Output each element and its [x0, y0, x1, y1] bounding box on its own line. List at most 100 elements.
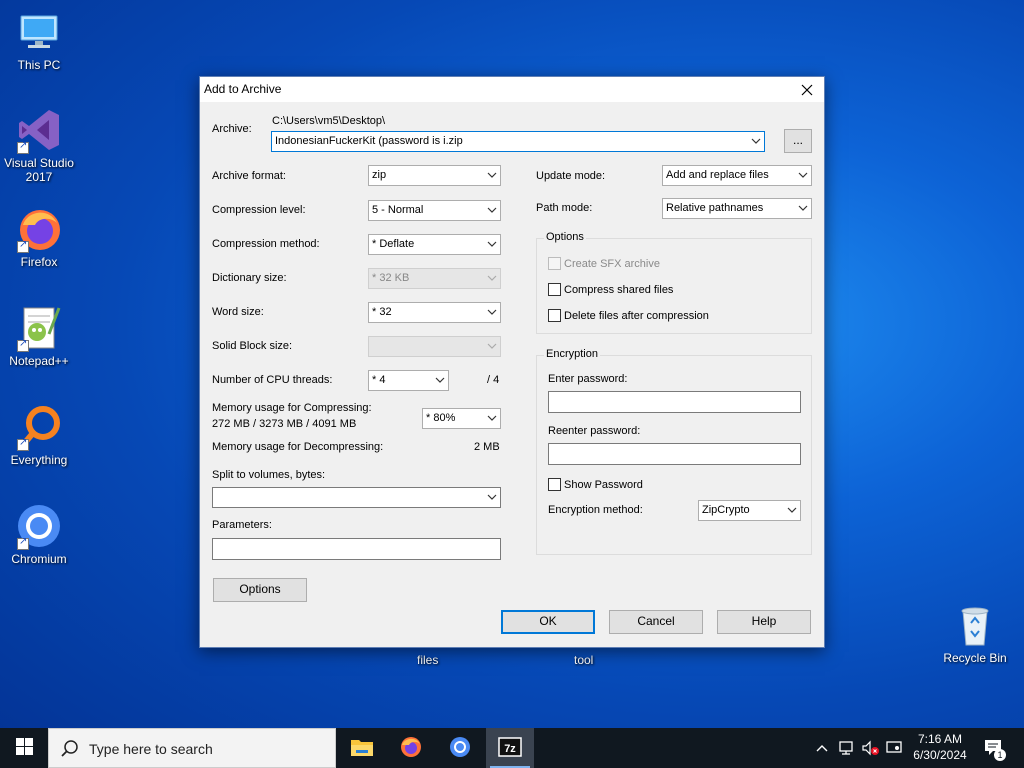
browse-button[interactable]: ... [784, 129, 812, 153]
parameters-label: Parameters: [212, 519, 272, 531]
show-password-label: Show Password [564, 478, 643, 491]
memory-compress-label: Memory usage for Compressing: [212, 402, 372, 414]
shortcut-arrow-icon [17, 140, 29, 154]
desktop-label-tool[interactable]: tool [574, 653, 593, 667]
chromium-icon [15, 502, 63, 550]
checkbox-box[interactable] [548, 309, 561, 322]
chevron-down-icon[interactable] [487, 170, 497, 180]
visual-studio-icon [15, 106, 63, 154]
update-mode-select[interactable]: Add and replace files [662, 165, 812, 186]
desktop-icon-label: Everything [10, 453, 68, 467]
notification-count-badge: 1 [994, 749, 1006, 761]
desktop-icon-label: Firefox [20, 255, 58, 269]
taskbar-search-box[interactable]: Type here to search [48, 728, 336, 768]
desktop-icon-label: Visual Studio 2017 [4, 156, 74, 184]
path-mode-select[interactable]: Relative pathnames [662, 198, 812, 219]
display-settings-icon[interactable] [885, 728, 903, 768]
checkbox-box[interactable] [548, 283, 561, 296]
taskbar: Type here to search 7z 7:16 AM 6/30/2024… [0, 728, 1024, 768]
notifications-icon[interactable]: 1 [983, 728, 1006, 768]
chevron-down-icon[interactable] [798, 170, 808, 180]
desktop-icon-visual-studio[interactable]: Visual Studio 2017 [0, 106, 78, 184]
desktop-icon-firefox[interactable]: Firefox [0, 205, 78, 269]
chevron-down-icon[interactable] [435, 375, 445, 385]
cpu-threads-label: Number of CPU threads: [212, 374, 333, 386]
taskbar-clock[interactable]: 7:16 AM 6/30/2024 [905, 731, 975, 763]
chevron-down-icon [487, 341, 497, 351]
cpu-threads-select[interactable]: * 4 [368, 370, 449, 391]
encryption-method-select[interactable]: ZipCrypto [698, 500, 801, 521]
dialog-titlebar[interactable]: Add to Archive [200, 77, 824, 102]
checkbox-box [548, 257, 561, 270]
split-volumes-combo[interactable] [212, 487, 501, 508]
archive-path: C:\Users\vm5\Desktop\ [272, 115, 386, 127]
parameters-input[interactable] [212, 538, 501, 560]
folder-icon [350, 737, 374, 760]
dictionary-size-value: * 32 KB [372, 272, 410, 284]
desktop-icon-label: Notepad++ [9, 354, 69, 368]
delete-after-checkbox[interactable]: Delete files after compression [548, 309, 709, 322]
chevron-down-icon[interactable] [787, 505, 797, 515]
compression-level-value: 5 - Normal [372, 204, 424, 216]
solid-block-label: Solid Block size: [212, 340, 293, 352]
shortcut-arrow-icon [17, 437, 29, 451]
compression-level-label: Compression level: [212, 204, 306, 216]
tray-chevron-up-icon[interactable] [815, 728, 829, 768]
chevron-down-icon[interactable] [487, 205, 497, 215]
compression-method-select[interactable]: * Deflate [368, 234, 501, 255]
create-sfx-checkbox: Create SFX archive [548, 257, 660, 270]
reenter-password-input[interactable] [548, 443, 801, 465]
cancel-button[interactable]: Cancel [609, 610, 703, 634]
options-button[interactable]: Options [213, 578, 307, 602]
dialog-title: Add to Archive [204, 82, 282, 96]
word-size-label: Word size: [212, 306, 264, 318]
network-icon[interactable] [838, 728, 856, 768]
taskbar-chromium[interactable] [436, 728, 484, 768]
desktop-icon-notepad-plus-plus[interactable]: Notepad++ [0, 304, 78, 368]
enter-password-input[interactable] [548, 391, 801, 413]
chevron-down-icon[interactable] [487, 239, 497, 249]
chevron-down-icon[interactable] [751, 136, 761, 146]
checkbox-box[interactable] [548, 478, 561, 491]
taskbar-7zip[interactable]: 7z [486, 728, 534, 768]
desktop-label-files[interactable]: files [417, 653, 438, 667]
taskbar-file-explorer[interactable] [338, 728, 386, 768]
windows-logo-icon [15, 738, 33, 758]
chevron-down-icon[interactable] [487, 492, 497, 502]
compress-shared-checkbox[interactable]: Compress shared files [548, 283, 673, 296]
ok-button[interactable]: OK [501, 610, 595, 634]
add-to-archive-dialog: Add to Archive Archive: C:\Users\vm5\Des… [199, 76, 825, 648]
memory-compress-detail: 272 MB / 3273 MB / 4091 MB [212, 418, 357, 430]
word-size-select[interactable]: * 32 [368, 302, 501, 323]
path-mode-label: Path mode: [536, 202, 593, 214]
search-icon [61, 740, 79, 761]
close-icon[interactable] [790, 77, 824, 102]
help-button[interactable]: Help [717, 610, 811, 634]
desktop-icon-this-pc[interactable]: This PC [0, 8, 78, 72]
desktop-icon-recycle-bin[interactable]: Recycle Bin [936, 601, 1014, 665]
recycle-bin-icon [951, 601, 999, 649]
chevron-down-icon[interactable] [487, 307, 497, 317]
encryption-group-label: Encryption [544, 348, 600, 360]
reenter-password-label: Reenter password: [548, 425, 641, 437]
shortcut-arrow-icon [17, 536, 29, 550]
chromium-icon [448, 735, 472, 762]
start-button[interactable] [0, 728, 48, 768]
compress-shared-label: Compress shared files [564, 283, 674, 296]
chevron-down-icon[interactable] [798, 203, 808, 213]
chevron-down-icon[interactable] [487, 413, 497, 423]
desktop-icon-everything[interactable]: Everything [0, 403, 78, 467]
show-password-checkbox[interactable]: Show Password [548, 478, 643, 491]
dictionary-size-label: Dictionary size: [212, 272, 287, 284]
volume-muted-icon[interactable] [861, 728, 881, 768]
taskbar-firefox[interactable] [387, 728, 435, 768]
compression-level-select[interactable]: 5 - Normal [368, 200, 501, 221]
desktop-icon-chromium[interactable]: Chromium [0, 502, 78, 566]
options-group: Options Create SFX archive Compress shar… [536, 231, 812, 334]
memory-compress-select[interactable]: * 80% [422, 408, 501, 429]
archive-format-select[interactable]: zip [368, 165, 501, 186]
archive-name-combo[interactable]: IndonesianFuckerKit (password is i.zip [271, 131, 765, 152]
compression-method-label: Compression method: [212, 238, 320, 250]
desktop-icon-label: Recycle Bin [943, 651, 1007, 665]
compression-method-value: * Deflate [372, 238, 415, 250]
